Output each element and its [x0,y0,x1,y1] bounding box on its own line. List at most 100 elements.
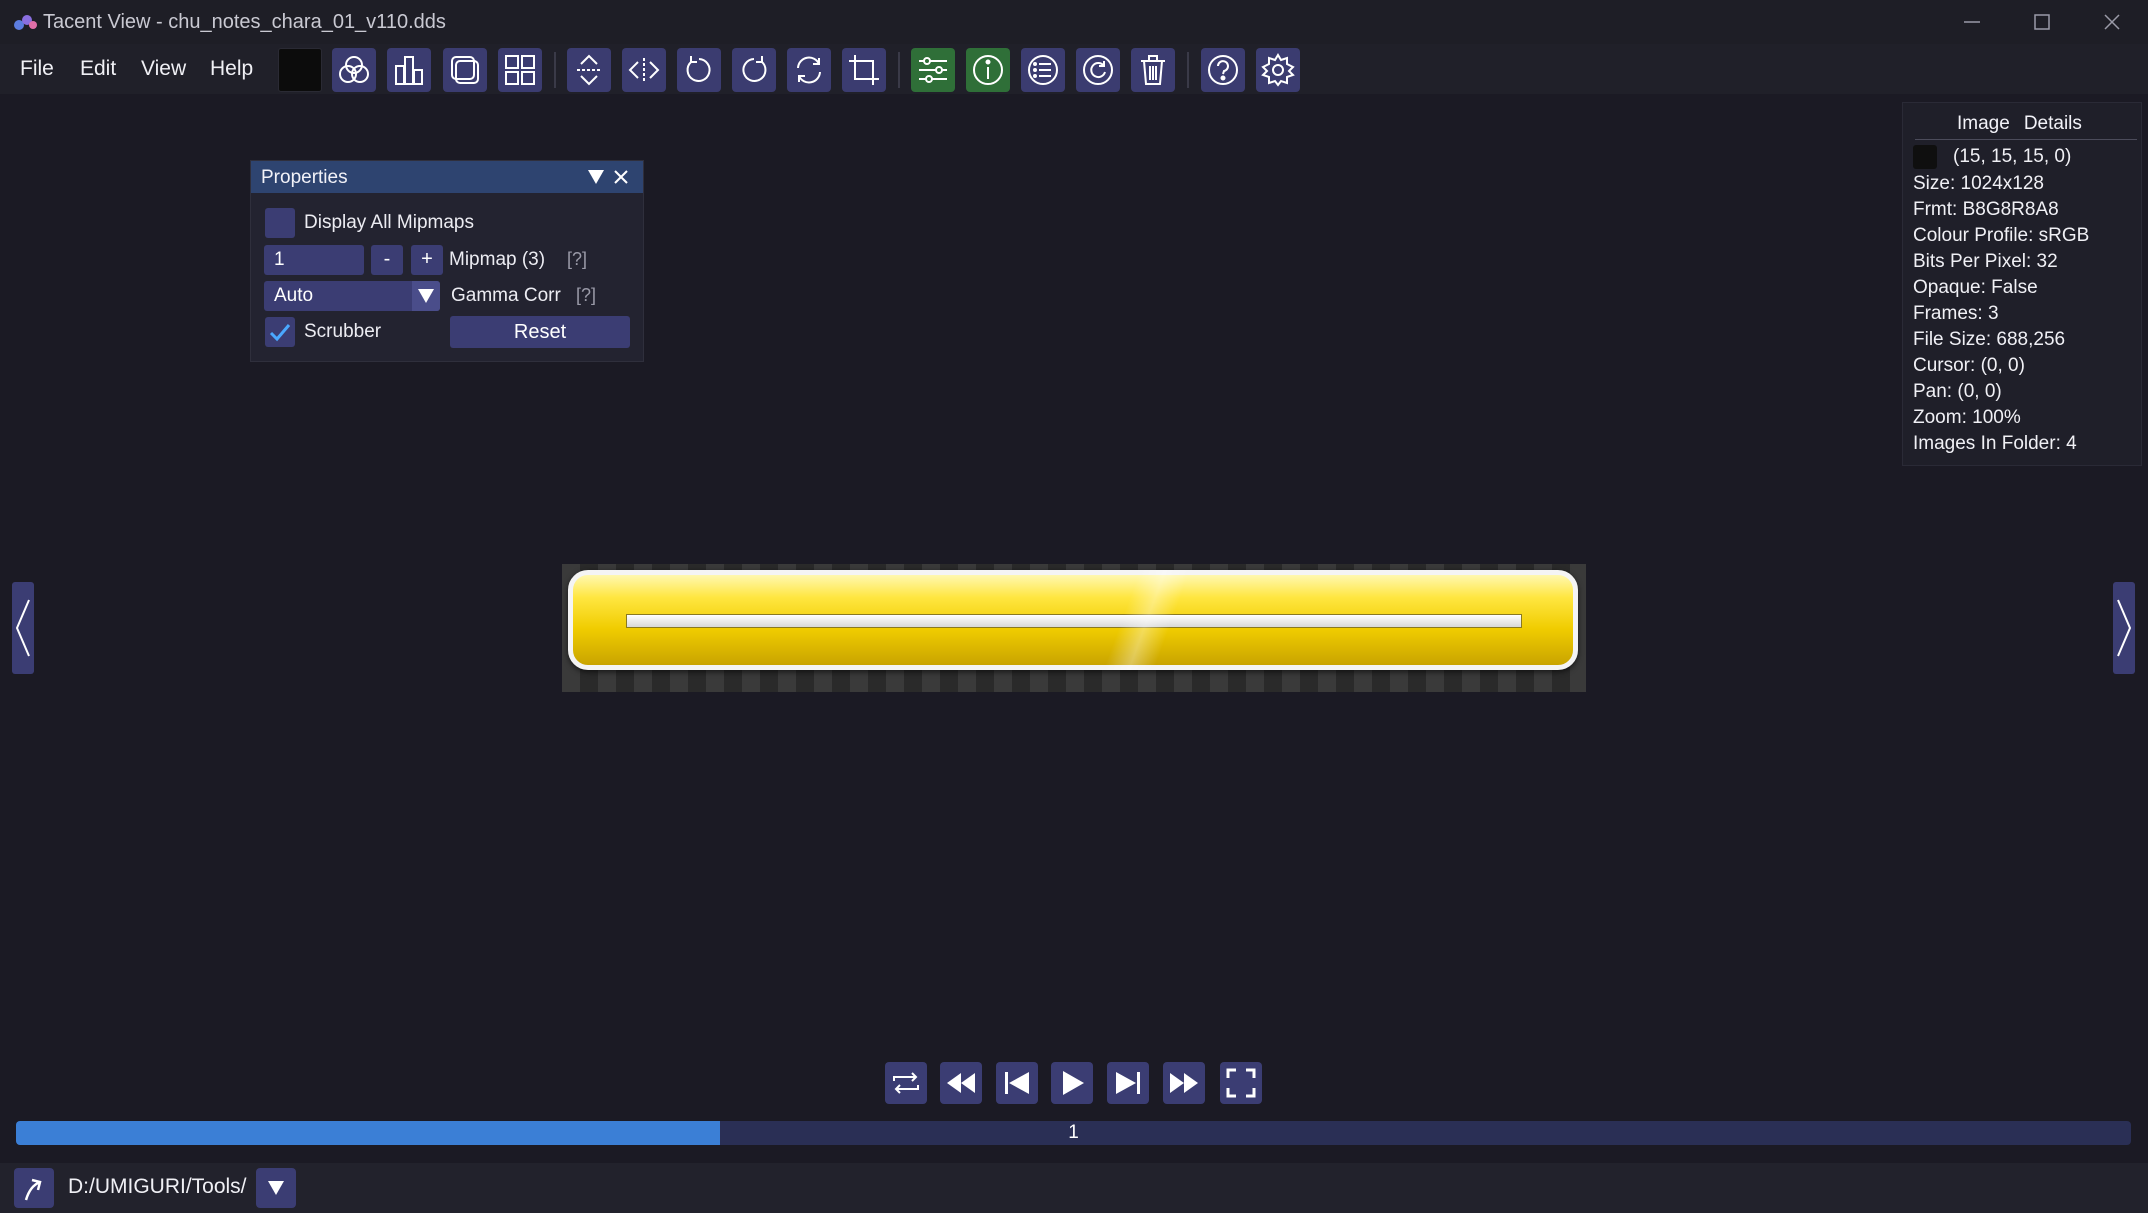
details-tabs: Image Details [1957,113,2096,135]
rotate-cw-button[interactable] [732,48,776,92]
frame-scrubber[interactable]: 1 [16,1121,2131,1145]
mipmap-increment-button[interactable]: + [411,245,443,275]
image-details-panel: Image Details (15, 15, 15, 0) Size: 1024x… [1902,102,2142,466]
previous-frame-button[interactable] [996,1062,1038,1104]
folder-path: D:/UMIGURI/Tools/ [68,1175,247,1198]
histogram-button[interactable] [387,48,431,92]
flip-horizontal-button[interactable] [622,48,666,92]
note-bar-inner-line [626,614,1522,628]
menu-help[interactable]: Help [210,57,253,81]
folder-dropdown-button[interactable] [256,1168,296,1208]
list-icon [1028,55,1058,85]
step-forward-icon [1116,1072,1140,1094]
help-button[interactable] [1201,48,1245,92]
delete-icon [1141,55,1165,85]
rotate-any-button[interactable] [787,48,831,92]
delete-button[interactable] [1131,48,1175,92]
skip-to-end-button[interactable] [1163,1062,1205,1104]
properties-header[interactable]: Properties [251,161,643,193]
reset-button[interactable]: Reset [450,316,630,348]
details-divider [1915,139,2137,140]
channels-icon [339,56,369,83]
minimize-icon [1964,21,1980,23]
collapse-icon[interactable] [587,169,605,185]
rotate-cw-icon [742,56,767,82]
menu-edit[interactable]: Edit [80,57,116,81]
play-icon [1063,1071,1084,1095]
gamma-select[interactable]: Auto [264,281,440,311]
gamma-value: Auto [274,285,314,306]
detail-zoom: Zoom: 100% [1913,407,2021,428]
rotate-ccw-icon [686,56,711,82]
next-frame-button[interactable] [1107,1062,1149,1104]
fullscreen-icon [1226,1068,1256,1098]
fast-forward-icon [1170,1073,1198,1093]
scrubber-checkbox[interactable] [265,317,295,347]
previous-image-button[interactable] [12,582,34,674]
gamma-dropdown-arrow[interactable] [412,281,440,311]
contact-sheet-button[interactable] [498,48,542,92]
crop-button[interactable] [842,48,886,92]
loop-button[interactable] [885,1062,927,1104]
skip-to-start-button[interactable] [940,1062,982,1104]
close-panel-icon[interactable] [613,169,629,185]
flip-vertical-button[interactable] [567,48,611,92]
toolbar-separator [554,52,556,88]
play-button[interactable] [1051,1062,1093,1104]
close-window-button[interactable] [2082,6,2142,38]
note-bar-glint [1102,570,1192,670]
detail-frames: Frames: 3 [1913,303,1999,324]
channels-button[interactable] [332,48,376,92]
mipmap-value: 1 [274,249,285,270]
pixel-value: (15, 15, 15, 0) [1953,146,2072,167]
refresh-button[interactable] [1076,48,1120,92]
properties-title: Properties [261,167,348,188]
tab-image[interactable]: Image [1957,113,2010,134]
rotate-any-icon [797,56,821,84]
mipmap-help[interactable]: [?] [567,249,587,270]
scrubber-frame-label: 1 [1068,1122,1079,1143]
display-all-mipmaps-checkbox[interactable] [265,208,295,238]
gamma-help[interactable]: [?] [576,285,596,306]
properties-button[interactable] [911,48,955,92]
grid-icon [505,55,535,85]
maximize-button[interactable] [2012,6,2072,38]
minimize-button[interactable] [1942,6,2002,38]
tile-button[interactable] [443,48,487,92]
toolbar-separator [898,52,900,88]
crop-icon [849,55,879,85]
parent-folder-button[interactable] [14,1168,54,1208]
content-list-button[interactable] [1021,48,1065,92]
tab-details[interactable]: Details [2024,113,2082,134]
info-icon [973,55,1003,85]
mipmap-decrement-button[interactable]: - [371,245,403,275]
bottom-bar [0,1163,2148,1213]
info-button[interactable] [966,48,1010,92]
app-logo-icon [14,15,37,30]
rotate-ccw-button[interactable] [677,48,721,92]
flip-vertical-icon [577,54,601,86]
image-view[interactable] [562,564,1586,692]
arrow-right-icon [2117,599,2132,657]
detail-file-size: File Size: 688,256 [1913,329,2066,350]
next-image-button[interactable] [2113,582,2135,674]
title-bar: Tacent View - chu_notes_chara_01_v110.dd… [0,0,2148,44]
arrow-left-icon [15,599,30,657]
chevron-down-icon [268,1181,284,1195]
histogram-icon [395,56,423,85]
pixel-color-swatch [1913,145,1937,169]
background-color-swatch[interactable] [278,48,322,92]
settings-icon [1261,53,1295,87]
detail-format: Frmt: B8G8R8A8 [1913,199,2059,220]
menu-file[interactable]: File [20,57,54,81]
help-icon [1208,55,1238,85]
flip-horizontal-icon [628,58,660,82]
window-title: Tacent View - chu_notes_chara_01_v110.dd… [43,11,446,33]
settings-button[interactable] [1256,48,1300,92]
fullscreen-button[interactable] [1220,1062,1262,1104]
detail-colour-profile: Colour Profile: sRGB [1913,225,2090,246]
detail-opaque: Opaque: False [1913,277,2038,298]
menu-view[interactable]: View [141,57,186,81]
loop-icon [893,1072,919,1094]
mipmap-input[interactable]: 1 [264,245,364,275]
